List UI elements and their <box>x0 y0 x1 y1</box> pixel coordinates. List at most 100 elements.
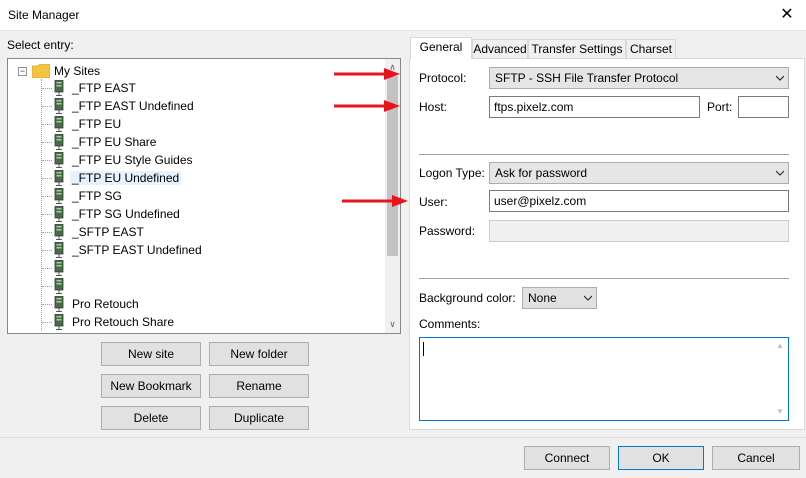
tree-item[interactable]: _SFTP EAST Undefined <box>70 241 204 259</box>
delete-button[interactable]: Delete <box>101 406 201 430</box>
tree-item[interactable]: _FTP EAST Undefined <box>70 97 196 115</box>
tree-item-label: _FTP EU <box>72 117 122 131</box>
server-icon <box>54 98 64 114</box>
select-entry-label: Select entry: <box>7 38 74 52</box>
server-icon <box>54 278 64 294</box>
divider <box>419 154 789 155</box>
connect-button[interactable]: Connect <box>524 446 610 470</box>
server-icon <box>54 188 64 204</box>
tree-root-my-sites[interactable]: My Sites <box>52 62 102 80</box>
title-bar <box>0 0 806 31</box>
annotation-arrow-icon <box>342 195 408 207</box>
tree-item-label: _FTP EU Undefined <box>70 171 182 185</box>
tree-item-label: _FTP EAST Undefined <box>72 99 194 113</box>
comments-textarea[interactable]: ▲ ▼ <box>419 337 789 421</box>
tree-item[interactable]: _FTP EAST <box>70 79 138 97</box>
tree-connector-line <box>42 88 52 89</box>
logon-type-select[interactable]: Ask for password <box>489 162 789 184</box>
scroll-up-icon[interactable]: ▲ <box>772 338 788 354</box>
tree-connector-line <box>42 322 52 323</box>
tree-item[interactable]: Pro Retouch Share <box>70 313 176 331</box>
tree-item[interactable]: _FTP SG Undefined <box>70 205 182 223</box>
server-icon <box>54 206 64 222</box>
tree-connector-line <box>42 250 52 251</box>
folder-icon <box>32 64 50 78</box>
collapse-icon[interactable]: − <box>18 67 27 76</box>
footer-divider <box>0 437 806 438</box>
tree-root-label: My Sites <box>54 64 101 78</box>
new-bookmark-button[interactable]: New Bookmark <box>101 374 201 398</box>
tree-item[interactable]: _FTP EU Style Guides <box>70 151 195 169</box>
protocol-value: SFTP - SSH File Transfer Protocol <box>495 71 679 85</box>
server-icon <box>54 170 64 186</box>
tree-item-label: _FTP SG <box>72 189 122 203</box>
tree-item[interactable]: _FTP EU Share <box>70 133 158 151</box>
logon-type-value: Ask for password <box>495 166 588 180</box>
tree-item[interactable]: _FTP EU <box>70 115 123 133</box>
port-label: Port: <box>707 100 733 114</box>
scroll-down-icon[interactable]: ▼ <box>772 404 788 420</box>
tab-advanced[interactable]: Advanced <box>472 39 528 59</box>
background-color-label: Background color: <box>419 291 516 305</box>
tree-connector-line <box>42 160 52 161</box>
host-label: Host: <box>419 100 448 114</box>
server-icon <box>54 134 64 150</box>
tree-item[interactable]: Pro Retouch <box>70 295 141 313</box>
text-caret <box>423 342 424 356</box>
cancel-button[interactable]: Cancel <box>712 446 800 470</box>
protocol-select[interactable]: SFTP - SSH File Transfer Protocol <box>489 67 789 89</box>
tree-connector-line <box>42 268 52 269</box>
tree-connector-line <box>42 178 52 179</box>
server-icon <box>54 242 64 258</box>
tree-item[interactable]: _SFTP EAST <box>70 223 146 241</box>
tree-item-label: Pro Retouch <box>72 297 139 311</box>
server-icon <box>54 314 64 330</box>
tree-item-label: _FTP EAST <box>72 81 136 95</box>
comments-scrollbar[interactable]: ▲ ▼ <box>772 338 788 420</box>
tree-item[interactable]: _FTP EU Undefined <box>70 169 182 187</box>
tree-item-label: _SFTP EAST <box>72 225 144 239</box>
background-color-select[interactable]: None <box>522 287 597 309</box>
new-folder-button[interactable]: New folder <box>209 342 309 366</box>
tree-connector-line <box>42 106 52 107</box>
tree-item-label <box>70 261 74 275</box>
background-color-value: None <box>528 291 557 305</box>
duplicate-button[interactable]: Duplicate <box>209 406 309 430</box>
window-title: Site Manager <box>8 8 80 22</box>
tab-charset[interactable]: Charset <box>626 39 676 59</box>
tree-connector-line <box>41 79 42 331</box>
user-label: User: <box>419 195 448 209</box>
tab-general[interactable]: General <box>410 37 472 59</box>
chevron-down-icon <box>584 295 592 301</box>
tree-connector-line <box>42 286 52 287</box>
tree-item[interactable]: _FTP SG <box>70 187 124 205</box>
tab-transfer-settings[interactable]: Transfer Settings <box>528 39 626 59</box>
server-icon <box>54 224 64 240</box>
server-icon <box>54 296 64 312</box>
port-input[interactable] <box>738 96 789 118</box>
password-input <box>489 220 789 242</box>
server-icon <box>54 80 64 96</box>
ok-button[interactable]: OK <box>618 446 704 470</box>
tree-connector-line <box>42 142 52 143</box>
host-input[interactable]: ftps.pixelz.com <box>489 96 700 118</box>
protocol-label: Protocol: <box>419 71 467 85</box>
tree-item-label: _FTP SG Undefined <box>72 207 180 221</box>
tree-item-label: _SFTP EAST Undefined <box>72 243 202 257</box>
close-icon[interactable]: ✕ <box>772 2 802 28</box>
tree-item-label <box>70 279 74 293</box>
user-input[interactable]: user@pixelz.com <box>489 190 789 212</box>
chevron-down-icon <box>776 170 784 176</box>
annotation-arrow-icon <box>334 68 400 80</box>
tree-item[interactable] <box>70 259 74 277</box>
tree-item-label: _FTP EU Share <box>72 135 157 149</box>
server-icon <box>54 116 64 132</box>
tree-item[interactable] <box>70 277 74 295</box>
new-site-button[interactable]: New site <box>101 342 201 366</box>
scroll-down-icon[interactable]: ∨ <box>385 316 400 333</box>
tree-item-label: _FTP EU Style Guides <box>72 153 193 167</box>
divider <box>419 278 789 279</box>
rename-button[interactable]: Rename <box>209 374 309 398</box>
password-label: Password: <box>419 224 476 238</box>
tree-connector-line <box>42 124 52 125</box>
